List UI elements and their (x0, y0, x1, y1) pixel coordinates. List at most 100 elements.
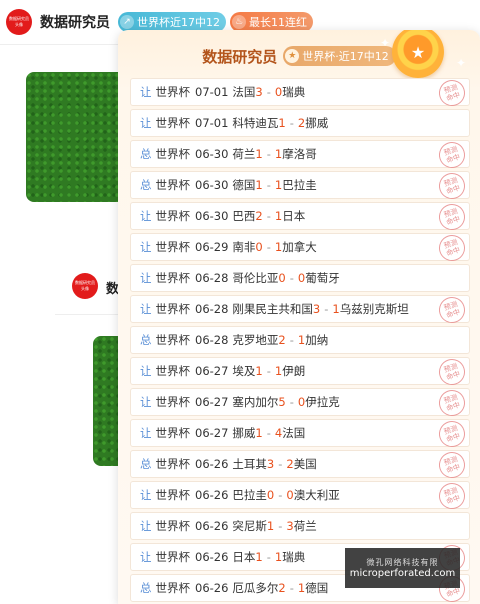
record-list: 让世界杯 07-01 法国 3-0 瑞典 预测 命中让世界杯 07-01 科特迪瓦 1-2 挪威总世… (130, 76, 470, 604)
author-name[interactable]: 数据研究员 (40, 12, 110, 32)
away-team: 澳大利亚 (293, 488, 340, 502)
avatar[interactable]: 数据研究员 头像 (6, 9, 32, 35)
home-score: 1 (255, 147, 263, 161)
match-date: 07-01 (195, 85, 229, 99)
away-score: 1 (274, 209, 283, 223)
away-team: 德国 (305, 581, 329, 595)
longest-streak-badge[interactable]: ♨ 最长11连红 (230, 12, 313, 32)
away-team: 伊拉克 (305, 395, 340, 409)
home-score: 1 (255, 178, 263, 192)
bet-type: 让 (140, 364, 152, 378)
league: 世界杯 (155, 519, 191, 533)
score-separator: - (289, 271, 294, 285)
away-team: 日本 (282, 209, 306, 223)
record-row[interactable]: 让世界杯 06-30 巴西 2-1 日本 预测 命中 (130, 200, 470, 234)
home-score: 1 (255, 364, 263, 378)
longest-streak-label: 最长11连红 (249, 16, 307, 29)
bet-type: 让 (140, 550, 152, 564)
record-row[interactable]: 让世界杯 06-27 挪威 1-4 法国 预测 命中 (130, 417, 470, 451)
avatar[interactable]: 数据研究员 头像 (72, 273, 98, 299)
record-row[interactable]: 让世界杯 07-01 法国 3-0 瑞典 预测 命中 (130, 76, 470, 110)
score-separator: - (266, 550, 271, 564)
page: 数据研究员 头像 数据研究员 ↗ 世界杯近17中12 ♨ 最长11连红 数据研究… (0, 0, 480, 604)
away-score: 1 (274, 240, 283, 254)
bet-type: 让 (140, 85, 152, 99)
away-score: 0 (274, 85, 283, 99)
home-team: 土耳其 (232, 457, 267, 471)
match-date: 06-26 (195, 519, 229, 533)
record-row[interactable]: 让世界杯 06-26 巴拉圭 0-0 澳大利亚 预测 命中 (130, 479, 470, 513)
home-team: 巴拉圭 (232, 488, 267, 502)
bet-type: 让 (140, 426, 152, 440)
match-date: 06-29 (195, 240, 229, 254)
league: 世界杯 (155, 147, 191, 161)
record-row[interactable]: 总世界杯 06-30 德国 1-1 巴拉圭 预测 命中 (130, 169, 470, 203)
popup-title: 数据研究员 (202, 47, 278, 66)
away-score: 0 (286, 488, 294, 502)
record-row[interactable]: 让世界杯 06-27 塞内加尔 5-0 伊拉克 预测 命中 (130, 386, 470, 420)
away-team: 瑞典 (282, 550, 306, 564)
bet-type: 总 (140, 333, 152, 347)
home-team: 德国 (232, 178, 256, 192)
home-score: 0 (278, 271, 286, 285)
away-score: 2 (297, 116, 306, 130)
avatar-text-line2: 头像 (81, 286, 89, 291)
record-row[interactable]: 总世界杯 06-28 克罗地亚 2-1 加纳 (130, 326, 470, 354)
record-row[interactable]: 让世界杯 06-28 哥伦比亚 0-0 葡萄牙 (130, 264, 470, 292)
league: 世界杯 (155, 581, 191, 595)
record-row[interactable]: 总世界杯 06-26 土耳其 3-2 美国 预测 命中 (130, 448, 470, 482)
home-team: 南非 (232, 240, 256, 254)
away-score: 2 (286, 457, 294, 471)
record-row[interactable]: 让世界杯 07-01 科特迪瓦 1-2 挪威 (130, 109, 470, 137)
match-date: 06-30 (195, 147, 229, 161)
popup-streak-badge: ★ 世界杯·近17中12 (283, 46, 396, 66)
league: 世界杯 (155, 302, 191, 316)
league: 世界杯 (155, 116, 191, 130)
league: 世界杯 (155, 488, 191, 502)
watermark: 微孔网络科技有限 microperforated.com (345, 548, 460, 588)
bet-type: 让 (140, 395, 152, 409)
match-date: 06-30 (195, 209, 229, 223)
match-date: 06-26 (195, 550, 229, 564)
streak-badge[interactable]: ↗ 世界杯近17中12 (118, 12, 226, 32)
away-team: 伊朗 (282, 364, 306, 378)
home-team: 科特迪瓦 (232, 116, 279, 130)
score-separator: - (266, 426, 271, 440)
home-team: 巴西 (232, 209, 256, 223)
avatar-text-line2: 头像 (15, 22, 23, 27)
record-row[interactable]: 让世界杯 06-29 南非 0-1 加拿大 预测 命中 (130, 231, 470, 265)
home-score: 1 (255, 550, 263, 564)
away-team: 美国 (293, 457, 317, 471)
match-date: 06-26 (195, 488, 229, 502)
score-separator: - (289, 333, 294, 347)
record-row[interactable]: 让世界杯 06-27 埃及 1-1 伊朗 预测 命中 (130, 355, 470, 389)
away-team: 荷兰 (293, 519, 317, 533)
away-team: 加拿大 (282, 240, 317, 254)
away-team: 加纳 (305, 333, 329, 347)
hit-stamp-icon: 预测命中 (435, 293, 469, 327)
post-image[interactable] (26, 72, 130, 202)
away-score: 1 (274, 364, 283, 378)
league: 世界杯 (155, 209, 191, 223)
home-score: 3 (255, 85, 263, 99)
home-team: 法国 (232, 85, 256, 99)
score-separator: - (289, 116, 294, 130)
home-score: 3 (266, 457, 275, 471)
away-team: 法国 (282, 426, 306, 440)
bet-type: 总 (140, 581, 152, 595)
league: 世界杯 (155, 364, 191, 378)
record-row[interactable]: 让世界杯 06-26 突尼斯 1-3 荷兰 (130, 512, 470, 540)
home-team: 荷兰 (232, 147, 256, 161)
bet-type: 让 (140, 116, 152, 130)
away-score: 1 (274, 550, 283, 564)
score-separator: - (266, 364, 271, 378)
away-score: 1 (297, 333, 306, 347)
bet-type: 总 (140, 147, 152, 161)
bet-type: 让 (140, 302, 152, 316)
away-team: 葡萄牙 (305, 271, 340, 285)
match-date: 06-26 (195, 581, 229, 595)
match-date: 06-30 (195, 178, 229, 192)
record-row[interactable]: 让世界杯 06-28 刚果民主共和国 3-1 乌兹别克斯坦 预测 命中 (130, 293, 470, 327)
record-row[interactable]: 总世界杯 06-30 荷兰 1-1 摩洛哥 预测 命中 (130, 138, 470, 172)
home-score: 0 (266, 488, 275, 502)
